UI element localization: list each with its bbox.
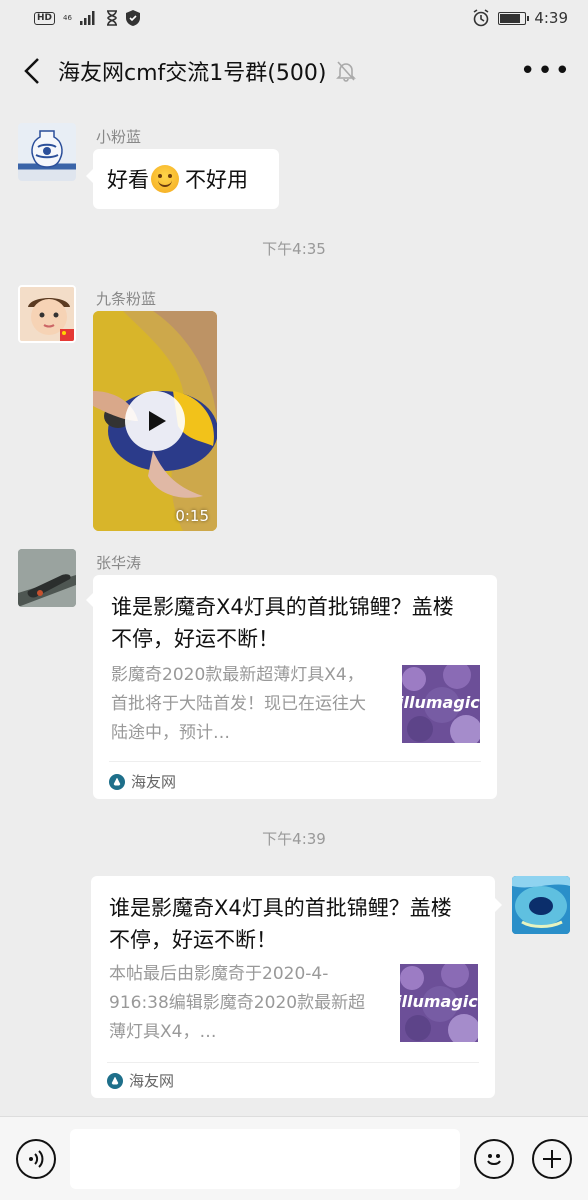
play-icon[interactable]: [125, 391, 185, 451]
text-bubble[interactable]: 好看 不好用: [86, 149, 279, 209]
chat-title: 海友网cmf交流1号群(500): [58, 61, 327, 86]
network-type: 46: [63, 13, 72, 22]
card-divider: [109, 761, 481, 762]
timestamp: 下午4:39: [262, 830, 326, 848]
hd-icon: HD: [34, 11, 56, 25]
card-source: 海友网: [109, 771, 176, 792]
card-thumb-logo: illumagic: [402, 693, 480, 712]
avatar[interactable]: [18, 549, 76, 607]
avatar[interactable]: [18, 285, 76, 343]
card-source-name: 海友网: [129, 1072, 175, 1090]
input-bar: [0, 1116, 588, 1200]
smile-emoji-icon: [151, 165, 179, 193]
card-title: 谁是影魔奇X4灯具的首批锦鲤？盖楼不停，好运不断！: [111, 595, 454, 651]
status-bar-left: HD 46: [34, 10, 140, 26]
source-logo-icon: [109, 773, 125, 790]
sender-name: 小粉蓝: [96, 128, 142, 146]
video-duration: 0:15: [175, 507, 209, 525]
card-thumbnail: illumagic: [402, 665, 480, 743]
message-input[interactable]: [70, 1129, 460, 1189]
self-avatar[interactable]: [512, 876, 570, 934]
status-time: 4:39: [534, 9, 568, 27]
source-logo-icon: [107, 1072, 123, 1089]
avatar[interactable]: [18, 123, 76, 181]
more-options-icon[interactable]: •••: [520, 56, 572, 86]
card-description: 影魔奇2020款最新超薄灯具X4，首批将于大陆首发！现已在运往大陆途中，预计…: [111, 665, 366, 743]
sender-name: 张华涛: [96, 554, 142, 572]
alarm-icon: [473, 9, 489, 27]
card-source: 海友网: [107, 1070, 174, 1091]
back-icon[interactable]: [16, 56, 46, 86]
link-card[interactable]: 谁是影魔奇X4灯具的首批锦鲤？盖楼不停，好运不断！ 本帖最后由影魔奇于2020-…: [91, 876, 502, 1098]
card-source-name: 海友网: [131, 773, 177, 791]
sender-name: 九条粉蓝: [96, 290, 157, 308]
card-thumbnail: illumagic: [400, 964, 478, 1042]
video-message[interactable]: 0:15: [93, 311, 217, 531]
timestamp: 下午4:35: [262, 240, 326, 258]
link-card[interactable]: 谁是影魔奇X4灯具的首批锦鲤？盖楼不停，好运不断！ 影魔奇2020款最新超薄灯具…: [86, 575, 497, 799]
mute-bell-icon: [336, 61, 357, 82]
plus-icon[interactable]: [532, 1139, 572, 1179]
message-text: 好看: [107, 168, 149, 192]
card-description: 本帖最后由影魔奇于2020-4-916:38编辑影魔奇2020款最新超薄灯具X4…: [109, 964, 366, 1042]
shield-icon: [125, 10, 140, 26]
card-divider: [107, 1062, 479, 1063]
hourglass-icon: [106, 10, 117, 26]
status-bar: HD 46 4:39: [0, 0, 588, 36]
signal-icon: [79, 11, 95, 25]
chat-header: 海友网cmf交流1号群(500) •••: [0, 36, 588, 106]
card-title: 谁是影魔奇X4灯具的首批锦鲤？盖楼不停，好运不断！: [109, 896, 452, 952]
battery-icon: [498, 11, 530, 25]
card-thumb-logo: illumagic: [400, 992, 478, 1011]
message-text: 不好用: [185, 168, 248, 192]
voice-icon[interactable]: [16, 1139, 56, 1179]
emoji-icon[interactable]: [474, 1139, 514, 1179]
status-bar-right: 4:39: [472, 9, 568, 27]
